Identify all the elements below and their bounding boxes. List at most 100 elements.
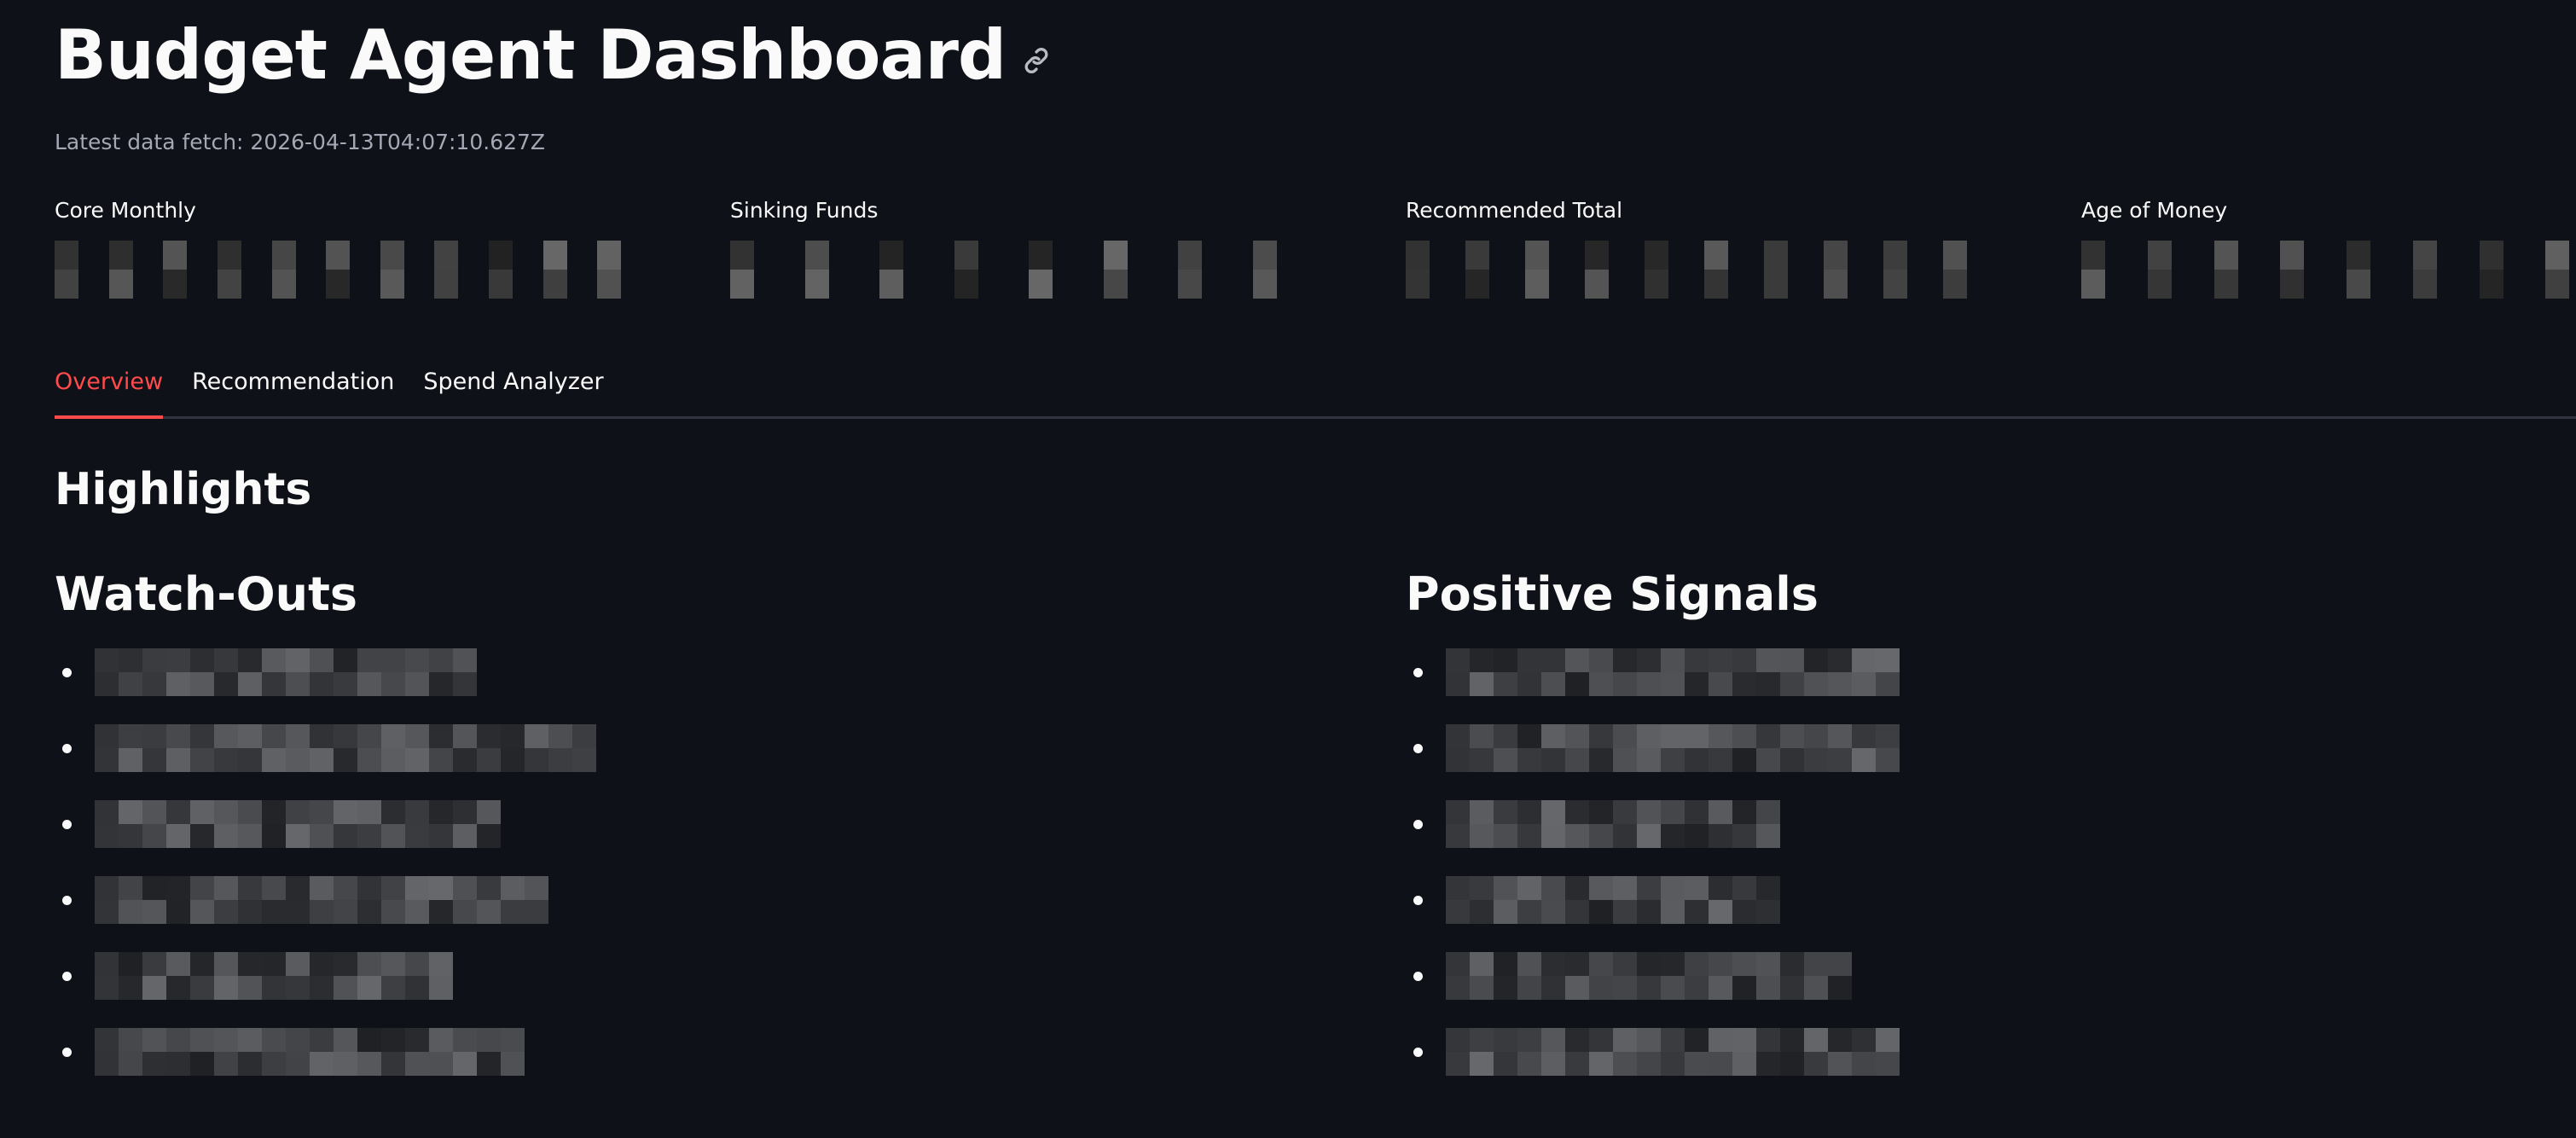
redaction-pixel (1732, 976, 1756, 1000)
redaction-pixel (1780, 672, 1804, 696)
redaction-pixel (163, 270, 188, 299)
redaction-pixel (119, 748, 142, 772)
redaction-pixel (1828, 1028, 1852, 1052)
positive-signals-list (1406, 648, 2576, 1076)
redaction-pixel (1178, 241, 1202, 270)
redaction-pixel (1876, 724, 1900, 748)
redaction-pixel (119, 900, 142, 924)
redaction-pixel (1494, 876, 1517, 900)
redaction-pixel (55, 241, 78, 270)
redaction-pixel (501, 1052, 525, 1076)
redaction-pixel (453, 672, 477, 696)
redaction-pixel (1709, 976, 1732, 1000)
redaction-pixel (1637, 800, 1661, 824)
redaction-pixel (214, 724, 238, 748)
list-item (55, 1028, 1249, 1076)
redaction-pixel (286, 648, 310, 672)
redaction-pixel (286, 900, 310, 924)
redaction-pixel (1470, 900, 1494, 924)
redaction-pixel (1756, 1028, 1780, 1052)
redaction-pixel (310, 1052, 334, 1076)
metric-sinking-funds: Sinking Funds (730, 198, 1327, 299)
bullet-dot (1413, 743, 1423, 753)
redaction-pixel (1637, 976, 1661, 1000)
redaction-pixel (238, 876, 262, 900)
redaction-pixel (453, 748, 477, 772)
redaction-pixel (119, 952, 142, 976)
redaction-pixel (1589, 900, 1613, 924)
redaction-pixel (1852, 748, 1876, 772)
redaction-pixel (1780, 976, 1804, 1000)
bullet-dot (62, 895, 72, 905)
redaction-pixel (1709, 824, 1732, 848)
redaction-pixel (381, 1028, 405, 1052)
redaction-pixel (1446, 724, 1470, 748)
redaction-pixel (1565, 952, 1589, 976)
redaction-pixel (1637, 824, 1661, 848)
redaction-pixel (1517, 900, 1541, 924)
redaction-pixel (2081, 241, 2105, 270)
redaction-pixel (1525, 241, 1549, 270)
redaction-pixel (1732, 876, 1756, 900)
redaction-pixel (1565, 800, 1589, 824)
redaction-pixel (1780, 952, 1804, 976)
redaction-pixel (1494, 724, 1517, 748)
link-icon[interactable] (1021, 45, 1052, 76)
redaction-pixel (142, 748, 166, 772)
redaction-pixel (477, 1052, 501, 1076)
redacted-text (1446, 876, 1780, 924)
redaction-pixel (2347, 270, 2371, 299)
redaction-pixel (1685, 900, 1709, 924)
redaction-pixel (453, 800, 477, 824)
redaction-pixel (1637, 876, 1661, 900)
redaction-pixel (190, 1052, 214, 1076)
redaction-pixel (190, 800, 214, 824)
redaction-pixel (1446, 824, 1470, 848)
redaction-pixel (214, 800, 238, 824)
redaction-pixel (119, 800, 142, 824)
redaction-pixel (1517, 748, 1541, 772)
redaction-pixel (1494, 900, 1517, 924)
redaction-pixel (954, 241, 978, 270)
redaction-pixel (2280, 270, 2305, 299)
redaction-pixel (1589, 1052, 1613, 1076)
redaction-pixel (1828, 1052, 1852, 1076)
redaction-pixel (1732, 1028, 1756, 1052)
redaction-pixel (1709, 800, 1732, 824)
redaction-pixel (1178, 270, 1202, 299)
redaction-pixel (381, 748, 405, 772)
redaction-pixel (1709, 672, 1732, 696)
redacted-text (1446, 800, 1780, 848)
redaction-pixel (429, 976, 453, 1000)
redaction-pixel (1709, 724, 1732, 748)
redaction-pixel (119, 672, 142, 696)
redaction-pixel (1852, 648, 1876, 672)
redaction-pixel (262, 648, 286, 672)
redaction-pixel (1494, 748, 1517, 772)
list-item (1406, 952, 2576, 1000)
redaction-pixel (1585, 270, 1609, 299)
redaction-pixel (119, 824, 142, 848)
redaction-pixel (310, 952, 334, 976)
redaction-pixel (1446, 1028, 1470, 1052)
redaction-pixel (238, 976, 262, 1000)
redaction-pixel (381, 724, 405, 748)
redaction-pixel (1732, 1052, 1756, 1076)
redaction-pixel (238, 1052, 262, 1076)
redaction-pixel (119, 876, 142, 900)
tab-spend-analyzer[interactable]: Spend Analyzer (423, 360, 603, 419)
redaction-pixel (1613, 672, 1637, 696)
redaction-pixel (142, 724, 166, 748)
redaction-pixel (1565, 648, 1589, 672)
redaction-pixel (1732, 724, 1756, 748)
redaction-pixel (405, 1052, 429, 1076)
redaction-pixel (286, 800, 310, 824)
tab-overview[interactable]: Overview (55, 360, 164, 419)
redaction-pixel (453, 1052, 477, 1076)
redaction-pixel (262, 724, 286, 748)
redaction-pixel (1589, 672, 1613, 696)
redaction-pixel (1470, 1028, 1494, 1052)
redaction-pixel (214, 952, 238, 976)
tab-recommendation[interactable]: Recommendation (192, 360, 394, 419)
redaction-pixel (190, 952, 214, 976)
